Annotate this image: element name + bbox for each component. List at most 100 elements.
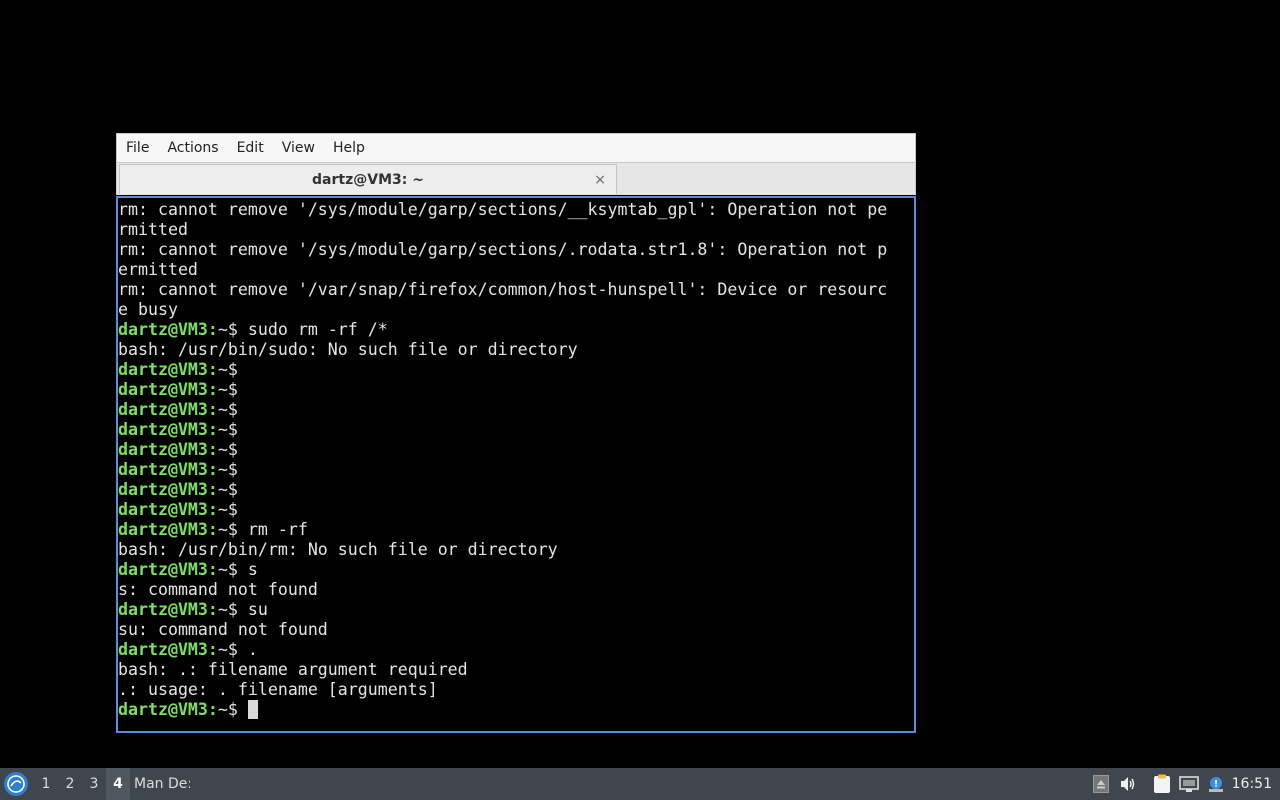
terminal-line: dartz@VM3:~$ sudo rm -rf /* xyxy=(118,320,887,340)
command-text: su xyxy=(237,600,268,619)
shell-prompt: dartz@VM3: xyxy=(118,420,218,439)
prompt-path: ~$ xyxy=(217,640,238,659)
menu-file[interactable]: File xyxy=(117,133,158,163)
command-text: rm -rf xyxy=(237,520,308,539)
prompt-path: ~$ xyxy=(217,400,238,419)
output-text: .: usage: . filename [arguments] xyxy=(118,680,438,699)
terminal-line: .: usage: . filename [arguments] xyxy=(118,680,887,700)
menu-view[interactable]: View xyxy=(273,133,324,163)
terminal-line: su: command not found xyxy=(118,620,887,640)
command-text: sudo rm -rf /* xyxy=(237,320,388,339)
start-button[interactable] xyxy=(4,772,28,796)
shell-prompt: dartz@VM3: xyxy=(118,440,218,459)
taskbar: 1 2 3 4 Mani De: ! 16:51 xyxy=(0,768,1280,800)
terminal-line: dartz@VM3:~$ s xyxy=(118,560,887,580)
output-text: ermitted xyxy=(118,260,198,279)
prompt-path: ~$ xyxy=(217,360,238,379)
shell-prompt: dartz@VM3: xyxy=(118,380,218,399)
terminal-line: dartz@VM3:~$ xyxy=(118,500,887,520)
prompt-path: ~$ xyxy=(217,600,238,619)
prompt-path: ~$ xyxy=(217,560,238,579)
terminal-line: ermitted xyxy=(118,260,887,280)
output-text: rm: cannot remove '/sys/module/garp/sect… xyxy=(118,200,888,219)
terminal-line: dartz@VM3:~$ xyxy=(118,400,887,420)
shell-prompt: dartz@VM3: xyxy=(118,520,218,539)
shell-prompt: dartz@VM3: xyxy=(118,700,218,719)
terminal-line: bash: /usr/bin/rm: No such file or direc… xyxy=(118,540,887,560)
desktop-3[interactable]: 3 xyxy=(82,768,106,800)
terminal-line: dartz@VM3:~$ xyxy=(118,700,887,720)
shell-prompt: dartz@VM3: xyxy=(118,560,218,579)
terminal-line: bash: .: filename argument required xyxy=(118,660,887,680)
task-manager-item[interactable]: Mani xyxy=(134,776,164,792)
desktop-4[interactable]: 4 xyxy=(106,768,130,800)
menu-bar: File Actions Edit View Help xyxy=(116,133,916,163)
prompt-path: ~$ xyxy=(217,480,238,499)
terminal-line: rm: cannot remove '/sys/module/garp/sect… xyxy=(118,200,887,220)
clock[interactable]: 16:51 xyxy=(1232,776,1272,792)
task-desktop-item[interactable]: De: xyxy=(168,776,190,792)
prompt-path: ~$ xyxy=(217,460,238,479)
output-text: rm: cannot remove '/sys/module/garp/sect… xyxy=(118,240,888,259)
terminal-line: rmitted xyxy=(118,220,887,240)
terminal-line: dartz@VM3:~$ xyxy=(118,420,887,440)
menu-actions[interactable]: Actions xyxy=(158,133,227,163)
system-tray: ! 16:51 xyxy=(1091,768,1280,800)
terminal-line: s: command not found xyxy=(118,580,887,600)
command-text: . xyxy=(237,640,258,659)
desktop-1[interactable]: 1 xyxy=(34,768,58,800)
close-icon[interactable]: × xyxy=(594,165,606,195)
terminal-line: dartz@VM3:~$ xyxy=(118,460,887,480)
shell-prompt: dartz@VM3: xyxy=(118,600,218,619)
shell-prompt: dartz@VM3: xyxy=(118,400,218,419)
shell-prompt: dartz@VM3: xyxy=(118,460,218,479)
terminal-line: rm: cannot remove '/var/snap/firefox/com… xyxy=(118,280,887,300)
output-text: e busy xyxy=(118,300,178,319)
tab-terminal[interactable]: dartz@VM3: ~ × xyxy=(119,164,617,194)
output-text: rmitted xyxy=(118,220,188,239)
clipboard-icon[interactable] xyxy=(1152,774,1172,794)
prompt-path: ~$ xyxy=(217,320,238,339)
output-text: bash: /usr/bin/sudo: No such file or dir… xyxy=(118,340,578,359)
terminal-line: dartz@VM3:~$ xyxy=(118,380,887,400)
output-text: rm: cannot remove '/var/snap/firefox/com… xyxy=(118,280,888,299)
command-text: s xyxy=(237,560,258,579)
prompt-path: ~$ xyxy=(217,440,238,459)
svg-text:!: ! xyxy=(1214,780,1218,790)
command-text xyxy=(238,700,248,719)
terminal-line: dartz@VM3:~$ xyxy=(118,480,887,500)
terminal-lines: rm: cannot remove '/sys/module/garp/sect… xyxy=(118,200,887,720)
menu-help[interactable]: Help xyxy=(324,133,374,163)
terminal-output[interactable]: rm: cannot remove '/sys/module/garp/sect… xyxy=(116,196,916,733)
volume-icon[interactable] xyxy=(1118,774,1138,794)
update-notifier-icon[interactable]: ! xyxy=(1206,774,1226,794)
terminal-line: dartz@VM3:~$ su xyxy=(118,600,887,620)
eject-icon[interactable] xyxy=(1091,774,1111,794)
prompt-path: ~$ xyxy=(217,700,238,719)
terminal-line: bash: /usr/bin/sudo: No such file or dir… xyxy=(118,340,887,360)
terminal-line: dartz@VM3:~$ . xyxy=(118,640,887,660)
shell-prompt: dartz@VM3: xyxy=(118,480,218,499)
prompt-path: ~$ xyxy=(217,520,238,539)
terminal-line: rm: cannot remove '/sys/module/garp/sect… xyxy=(118,240,887,260)
desktop-2[interactable]: 2 xyxy=(58,768,82,800)
shell-prompt: dartz@VM3: xyxy=(118,320,218,339)
shell-prompt: dartz@VM3: xyxy=(118,360,218,379)
prompt-path: ~$ xyxy=(217,500,238,519)
output-text: s: command not found xyxy=(118,580,318,599)
shell-prompt: dartz@VM3: xyxy=(118,500,218,519)
menu-edit[interactable]: Edit xyxy=(228,133,273,163)
prompt-path: ~$ xyxy=(217,420,238,439)
network-icon[interactable] xyxy=(1178,774,1199,794)
output-text: bash: .: filename argument required xyxy=(118,660,468,679)
tab-title: dartz@VM3: ~ xyxy=(312,172,424,188)
terminal-line: dartz@VM3:~$ rm -rf xyxy=(118,520,887,540)
lubuntu-logo-icon xyxy=(7,775,25,793)
terminal-line: dartz@VM3:~$ xyxy=(118,360,887,380)
terminal-window: File Actions Edit View Help dartz@VM3: ~… xyxy=(116,133,916,733)
output-text: su: command not found xyxy=(118,620,328,639)
text-cursor xyxy=(247,700,258,719)
tab-bar: dartz@VM3: ~ × xyxy=(116,163,916,195)
output-text: bash: /usr/bin/rm: No such file or direc… xyxy=(118,540,558,559)
terminal-line: e busy xyxy=(118,300,887,320)
